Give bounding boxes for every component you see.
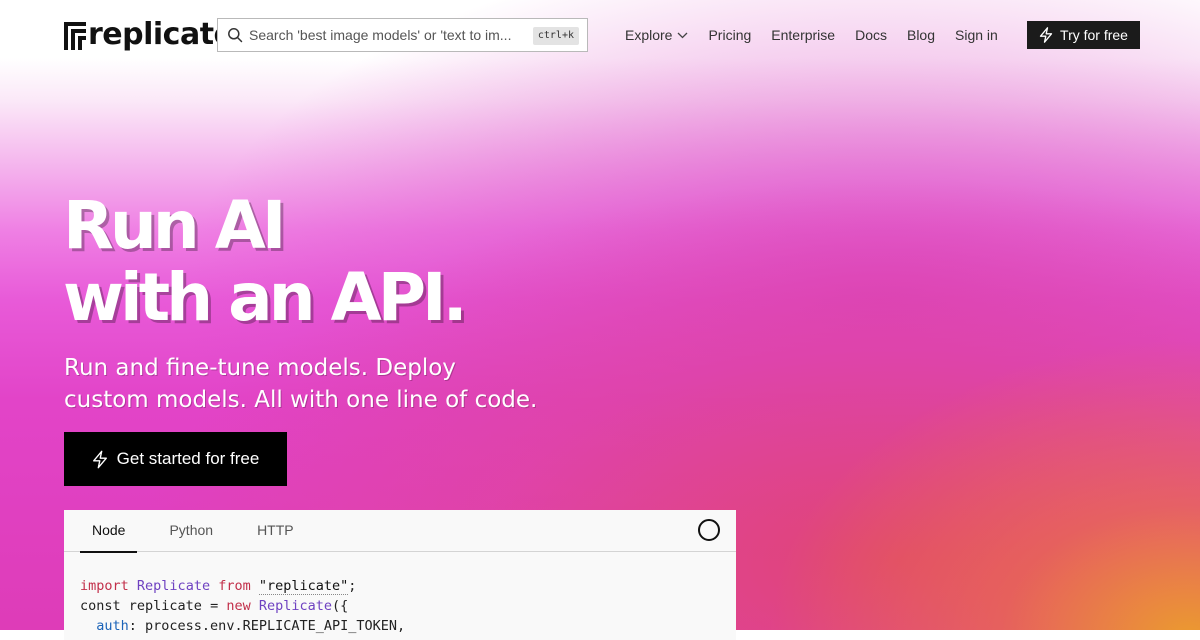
search-bar[interactable]: ctrl+k: [217, 18, 588, 52]
hero-title-line-1: Run AI: [63, 187, 286, 264]
code-keyword: import: [80, 578, 129, 594]
hero-title-line-2: with an API.: [63, 259, 468, 336]
nav-sign-in-link[interactable]: Sign in: [955, 27, 998, 43]
hero-subtitle-line-1: Run and fine-tune models. Deploy: [64, 355, 456, 381]
get-started-button[interactable]: Get started for free: [64, 432, 287, 486]
nav-blog-link[interactable]: Blog: [907, 27, 935, 43]
code-string: "replicate": [258, 578, 349, 595]
replicate-logo-icon: [64, 22, 86, 50]
code-keyword: new: [226, 598, 251, 614]
nav-links: Explore Pricing Enterprise Docs Blog Sig…: [625, 22, 1018, 48]
nav-enterprise-link[interactable]: Enterprise: [771, 27, 835, 43]
code-line-3: auth: process.env.REPLICATE_API_TOKEN,: [80, 618, 405, 634]
hero-subtitle-line-2: custom models. All with one line of code…: [64, 387, 538, 413]
get-started-label: Get started for free: [116, 449, 260, 468]
lightning-icon: [92, 450, 107, 468]
hero-subtitle: Run and fine-tune models. Deploy custom …: [64, 352, 584, 416]
code-snippet: import Replicate from "replicate"; const…: [64, 552, 736, 636]
language-tabs: Node Python HTTP: [64, 510, 736, 553]
tab-python[interactable]: Python: [157, 510, 225, 552]
code-keyword: from: [218, 578, 251, 594]
code-class-name: Replicate: [136, 578, 211, 594]
hero-title: Run AI with an API.: [63, 187, 468, 336]
search-icon: [228, 28, 243, 43]
nav-explore-link[interactable]: Explore: [625, 27, 688, 43]
code-identifier: replicate: [128, 598, 202, 614]
lightning-icon: [1039, 27, 1053, 43]
loading-circle-icon: [698, 519, 720, 541]
try-for-free-button[interactable]: Try for free: [1027, 21, 1140, 49]
logo-wordmark: replicate: [88, 17, 234, 52]
code-line-2: const replicate = new Replicate({: [80, 598, 348, 614]
code-punctuation: ({: [332, 598, 349, 614]
try-for-free-label: Try for free: [1060, 27, 1128, 43]
top-navigation: replicate ctrl+k Explore Pricing Enterpr…: [0, 0, 1200, 70]
tab-node[interactable]: Node: [80, 510, 138, 553]
replicate-logo[interactable]: replicate: [64, 17, 234, 52]
code-keyword: const: [80, 598, 121, 614]
chevron-down-icon: [678, 32, 688, 38]
nav-docs-link[interactable]: Docs: [855, 27, 887, 43]
code-example-panel: Node Python HTTP import Replicate from "…: [64, 510, 736, 640]
code-property: auth: [96, 618, 129, 634]
code-expression: : process.env.REPLICATE_API_TOKEN,: [128, 618, 406, 634]
code-class-name: Replicate: [258, 598, 333, 614]
keyboard-shortcut-badge: ctrl+k: [532, 27, 579, 45]
code-punctuation: ;: [348, 578, 357, 594]
nav-explore-label: Explore: [625, 27, 673, 43]
tab-http[interactable]: HTTP: [245, 510, 306, 552]
code-operator: =: [210, 598, 219, 614]
nav-pricing-link[interactable]: Pricing: [708, 27, 751, 43]
code-line-1: import Replicate from "replicate";: [80, 578, 356, 595]
search-input[interactable]: [249, 27, 529, 43]
